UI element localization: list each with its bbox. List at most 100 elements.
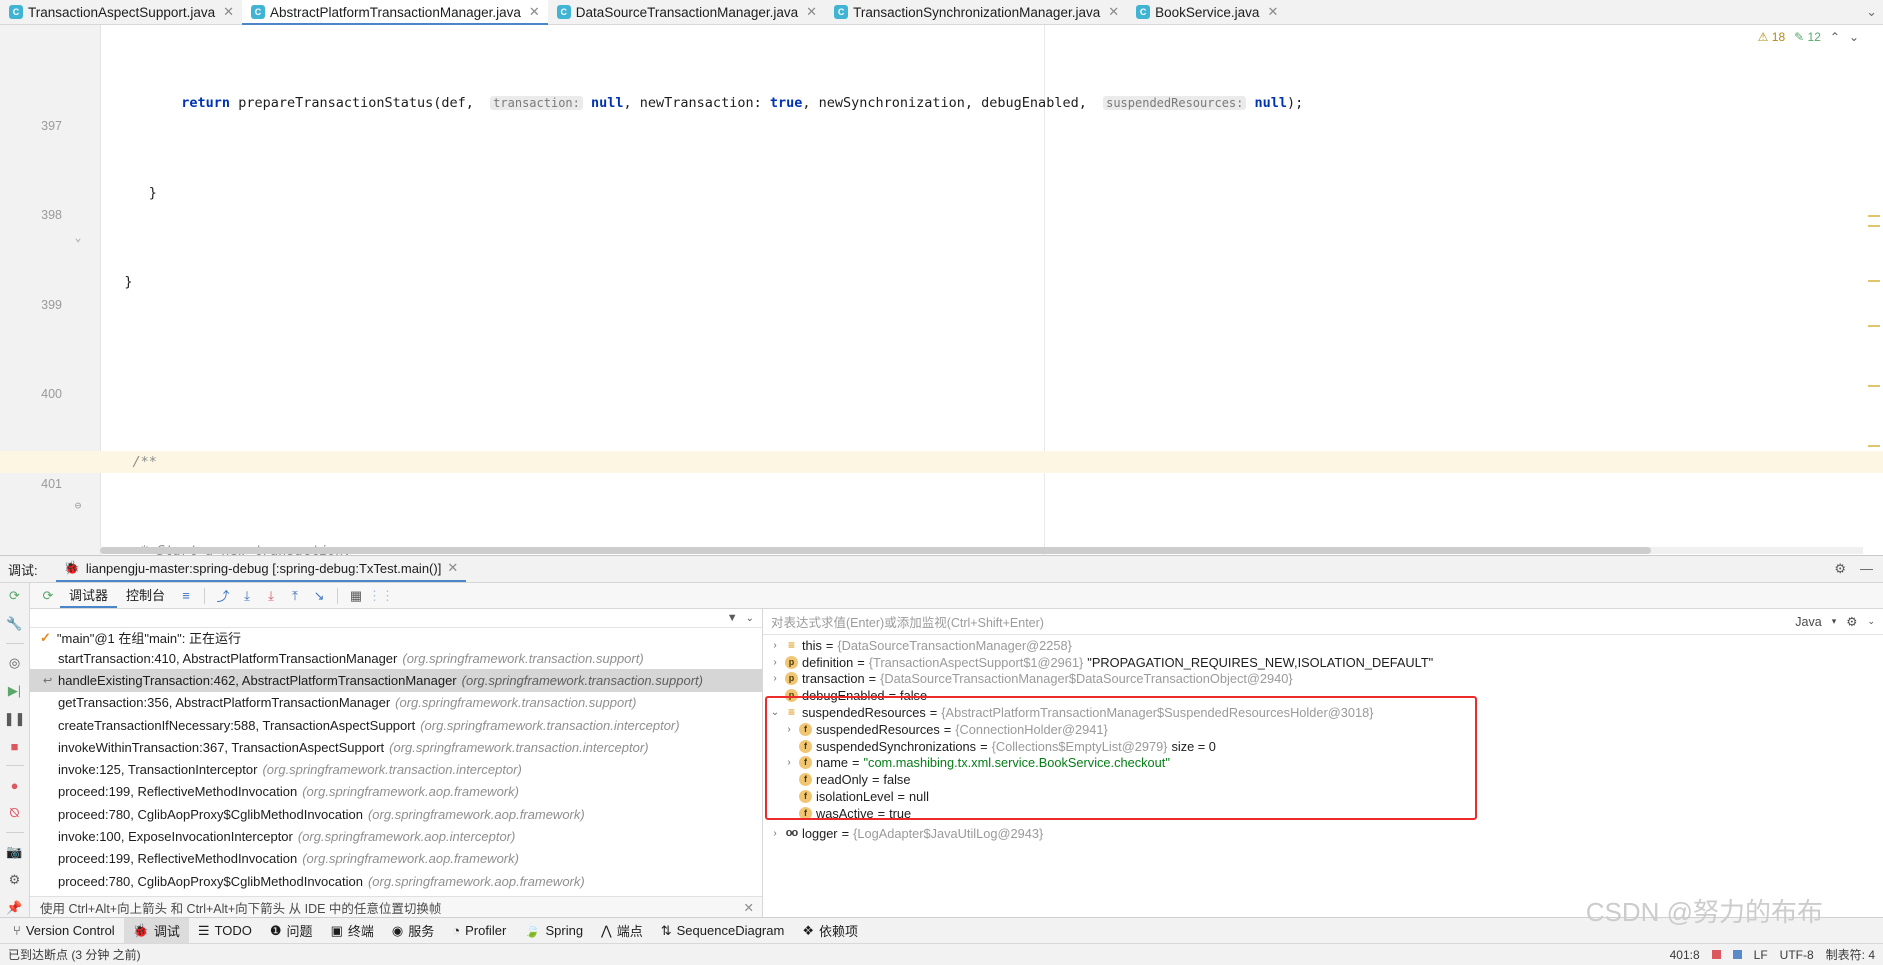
chevron-down-icon[interactable]: ⌄	[1849, 30, 1859, 44]
chevron-down-icon[interactable]: ⌄	[769, 707, 781, 718]
indent-setting[interactable]: 制表符: 4	[1826, 946, 1875, 963]
variable-row[interactable]: f suspendedSynchronizations = {Collectio…	[763, 738, 1883, 755]
language-selector[interactable]: Java ▾ ⚙ ⌄	[1795, 614, 1875, 630]
frame-row[interactable]: proceed:199, ReflectiveMethodInvocation …	[30, 781, 762, 803]
editor-tab-3[interactable]: C TransactionSynchronizationManager.java…	[825, 0, 1128, 24]
toolwindow-services[interactable]: ◉ 服务	[383, 918, 443, 943]
close-icon[interactable]: ✕	[223, 4, 234, 20]
frame-row[interactable]: invoke:125, TransactionInterceptor (org.…	[30, 759, 762, 781]
thread-row[interactable]: ✓ "main"@1 在组"main": 正在运行	[30, 628, 762, 647]
toolwindow-version-control[interactable]: ⑂ Version Control	[4, 918, 124, 943]
variable-row[interactable]: f readOnly = false	[763, 771, 1883, 788]
fold-icon[interactable]: ⌄	[72, 227, 84, 249]
toolwindow-debug[interactable]: 🐞 调试	[123, 918, 189, 943]
frame-row[interactable]: getTransaction:356, AbstractPlatformTran…	[30, 692, 762, 714]
tab-debugger[interactable]: 调试器	[60, 583, 118, 608]
close-icon[interactable]: ✕	[529, 4, 540, 20]
close-icon[interactable]: ✕	[1267, 4, 1278, 20]
chevron-down-icon[interactable]: ⌄	[1867, 616, 1875, 627]
layout-icon[interactable]: ≡	[174, 588, 198, 603]
chevron-down-icon[interactable]: ▾	[1832, 616, 1837, 627]
frame-row[interactable]: invoke:100, ExposeInvocationInterceptor …	[30, 825, 762, 847]
breakpoint-icon[interactable]: ●	[6, 776, 24, 794]
variable-row[interactable]: › ≡ this = {DataSourceTransactionManager…	[763, 637, 1883, 654]
code-editor[interactable]: ⚠ 18 ✎ 12 ⌃ ⌄ 397 return prepareTransact…	[0, 25, 1883, 555]
debug-session-tab[interactable]: 🐞 lianpengju-master:spring-debug [:sprin…	[55, 556, 467, 582]
close-icon[interactable]: ✕	[744, 900, 754, 915]
variable-row[interactable]: › f suspendedResources = {ConnectionHold…	[763, 721, 1883, 738]
camera-icon[interactable]: 📷	[6, 843, 24, 861]
minimize-icon[interactable]: —	[1860, 561, 1873, 577]
toolwindow-problems[interactable]: ❶ 问题	[261, 918, 322, 943]
caret-position[interactable]: 401:8	[1670, 948, 1700, 962]
tab-console[interactable]: 控制台	[117, 583, 174, 608]
close-icon[interactable]: ✕	[806, 4, 817, 20]
run-to-cursor-icon[interactable]: ↘	[307, 588, 331, 604]
chevron-right-icon[interactable]: ›	[783, 757, 795, 768]
frame-row[interactable]: startTransaction:410, AbstractPlatformTr…	[30, 647, 762, 669]
filter-icon[interactable]: ▼	[727, 612, 738, 624]
step-over-icon[interactable]: ⤴	[211, 586, 235, 605]
chevron-up-icon[interactable]: ⌃	[1830, 30, 1840, 44]
rerun-icon[interactable]: ⟳	[36, 588, 60, 604]
variables-tree[interactable]: › ≡ this = {DataSourceTransactionManager…	[763, 635, 1883, 917]
chevron-right-icon[interactable]: ›	[783, 724, 795, 735]
toolwindow-endpoints[interactable]: ⋀ 端点	[592, 918, 652, 943]
chevron-right-icon[interactable]: ›	[769, 657, 781, 668]
evaluate-icon[interactable]: ▦	[344, 588, 368, 604]
gear-icon[interactable]: ⚙	[1834, 561, 1846, 577]
chevron-right-icon[interactable]: ›	[769, 640, 781, 651]
frame-row[interactable]: proceed:780, CglibAopProxy$CglibMethodIn…	[30, 870, 762, 892]
close-icon[interactable]: ✕	[1108, 4, 1119, 20]
frame-row[interactable]: proceed:199, ReflectiveMethodInvocation …	[30, 848, 762, 870]
variable-row[interactable]: › oo logger = {LogAdapter$JavaUtilLog@29…	[763, 825, 1883, 842]
watch-icon[interactable]: ◎	[6, 654, 24, 672]
editor-tab-1[interactable]: C AbstractPlatformTransactionManager.jav…	[242, 0, 548, 25]
frame-row[interactable]: proceed:780, CglibAopProxy$CglibMethodIn…	[30, 803, 762, 825]
toolwindow-todo[interactable]: ☰ TODO	[189, 918, 261, 943]
inspection-widget[interactable]: ⚠ 18 ✎ 12 ⌃ ⌄	[1758, 30, 1859, 44]
variable-row[interactable]: f isolationLevel = null	[763, 788, 1883, 805]
chevron-right-icon[interactable]: ›	[769, 828, 781, 839]
pin-icon[interactable]: 📌	[6, 899, 24, 917]
wrench-icon[interactable]: 🔧	[6, 615, 24, 633]
force-step-into-icon[interactable]: ⤓	[259, 588, 283, 604]
step-out-icon[interactable]: ⤒	[283, 588, 307, 604]
resume-icon[interactable]: ▶|	[6, 682, 24, 700]
chevron-down-icon[interactable]: ⌄	[746, 613, 754, 624]
pause-icon[interactable]: ❚❚	[4, 710, 26, 728]
close-icon[interactable]: ✕	[447, 560, 458, 576]
editor-lines[interactable]: 397 return prepareTransactionStatus(def,…	[0, 25, 1883, 555]
editor-tab-4[interactable]: C BookService.java ✕	[1127, 0, 1287, 24]
mute-breakpoints-icon[interactable]: ⦰	[6, 804, 24, 822]
evaluate-expression-input[interactable]: 对表达式求值(Enter)或添加监视(Ctrl+Shift+Enter) Jav…	[763, 609, 1883, 635]
toolwindow-terminal[interactable]: ▣ 终端	[322, 918, 383, 943]
variable-row[interactable]: f wasActive = true	[763, 805, 1883, 822]
toolwindow-dependencies[interactable]: ❖ 依赖项	[793, 918, 867, 943]
toolwindow-profiler[interactable]: ◔ Profiler	[443, 918, 515, 943]
stop-icon[interactable]: ■	[6, 738, 24, 756]
editor-horizontal-scrollbar[interactable]	[100, 547, 1863, 554]
frame-row[interactable]: createTransactionIfNecessary:588, Transa…	[30, 714, 762, 736]
file-encoding[interactable]: UTF-8	[1780, 948, 1814, 962]
settings-icon[interactable]: ⚙	[6, 871, 24, 889]
editor-tab-0[interactable]: C TransactionAspectSupport.java ✕	[0, 0, 243, 24]
line-separator[interactable]: LF	[1754, 948, 1768, 962]
settings-icon[interactable]: ⚙	[1846, 614, 1857, 629]
fold-icon[interactable]: ⊖	[72, 495, 84, 517]
variable-row[interactable]: ⌄ ≡ suspendedResources = {AbstractPlatfo…	[763, 704, 1883, 721]
variable-row[interactable]: › f name = "com.mashibing.tx.xml.service…	[763, 755, 1883, 772]
mute-breakpoints-icon[interactable]: ⋮⋮	[368, 588, 394, 604]
toolwindow-spring[interactable]: 🍃 Spring	[515, 918, 592, 943]
tabbar-overflow[interactable]: ⌄	[1866, 0, 1883, 24]
toolwindow-sequence-diagram[interactable]: ⇅ SequenceDiagram	[652, 918, 794, 943]
rerun-icon[interactable]: ⟳	[6, 587, 24, 605]
step-into-icon[interactable]: ⤓	[235, 588, 259, 604]
variable-row[interactable]: › p transaction = {DataSourceTransaction…	[763, 671, 1883, 688]
frame-row-selected[interactable]: ↩ handleExistingTransaction:462, Abstrac…	[30, 669, 762, 692]
editor-tab-2[interactable]: C DataSourceTransactionManager.java ✕	[547, 0, 826, 24]
frame-row[interactable]: invokeWithinTransaction:367, Transaction…	[30, 736, 762, 758]
frame-list[interactable]: startTransaction:410, AbstractPlatformTr…	[30, 647, 762, 896]
variable-row[interactable]: › p definition = {TransactionAspectSuppo…	[763, 654, 1883, 671]
chevron-right-icon[interactable]: ›	[769, 673, 781, 684]
